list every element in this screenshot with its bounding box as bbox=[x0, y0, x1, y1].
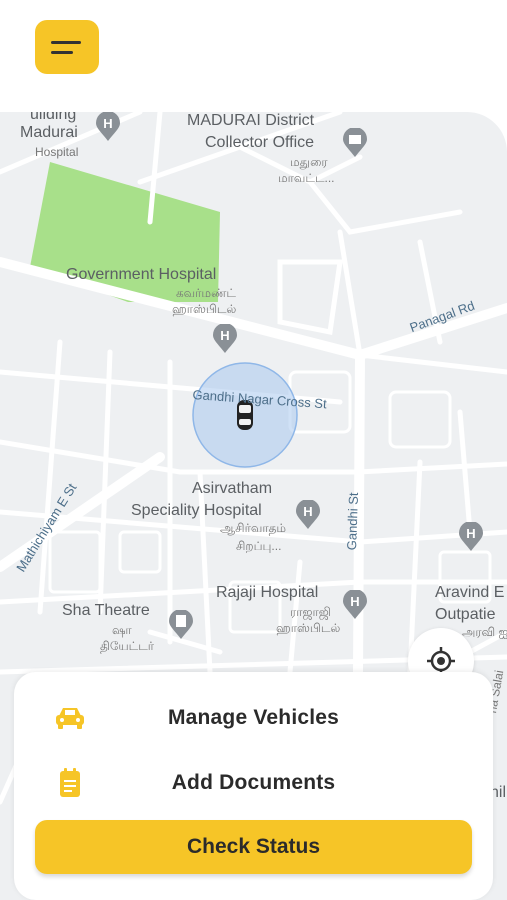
document-icon bbox=[54, 768, 86, 798]
hospital-pin-icon: H bbox=[96, 112, 120, 141]
svg-text:H: H bbox=[350, 594, 359, 609]
map-label: Aravind E bbox=[435, 584, 505, 601]
hospital-pin-icon: H bbox=[296, 500, 320, 529]
road-label: Gandhi St bbox=[344, 492, 362, 551]
map-label: ஷா bbox=[112, 623, 132, 637]
menu-button[interactable] bbox=[35, 20, 99, 74]
map-label: Madurai bbox=[20, 124, 78, 141]
map-label: Hospital bbox=[35, 145, 79, 159]
check-status-button[interactable]: Check Status bbox=[35, 820, 472, 874]
map-label: கவர்மண்ட் bbox=[176, 286, 236, 300]
hospital-pin-icon: H bbox=[343, 590, 367, 619]
add-documents-item[interactable]: Add Documents bbox=[14, 756, 493, 810]
bottom-sheet: Manage Vehicles Add Documents Check Stat… bbox=[14, 672, 493, 900]
map-label: Outpatie bbox=[435, 606, 496, 623]
map-label: Government Hospital bbox=[66, 266, 217, 283]
map-label: ஹாஸ்பிடல் bbox=[276, 621, 341, 635]
svg-text:H: H bbox=[220, 328, 229, 343]
map-label: ஆசிர்வாதம் bbox=[220, 521, 287, 535]
manage-vehicles-item[interactable]: Manage Vehicles bbox=[14, 691, 493, 745]
map-label: அரவி ஐ bbox=[462, 625, 507, 639]
government-pin-icon bbox=[343, 128, 367, 157]
map-label: சிறப்பு... bbox=[236, 539, 282, 553]
menu-icon bbox=[51, 40, 81, 44]
svg-text:H: H bbox=[303, 504, 312, 519]
map-label: ஹாஸ்பிடல் bbox=[172, 302, 237, 316]
map-label: Sha Theatre bbox=[62, 602, 150, 619]
hospital-pin-icon: H bbox=[213, 324, 237, 353]
svg-text:H: H bbox=[103, 116, 112, 131]
map-label: தியேட்டர் bbox=[100, 639, 155, 653]
map-label: MADURAI District bbox=[187, 112, 315, 129]
svg-text:H: H bbox=[466, 526, 475, 541]
map-label: Rajaji Hospital bbox=[216, 584, 319, 601]
map-label: மதுரை bbox=[290, 155, 328, 169]
map-label: uilding bbox=[30, 112, 77, 123]
map-label: Asirvatham bbox=[192, 480, 273, 497]
theatre-pin-icon bbox=[169, 610, 193, 639]
map-label: ராஜாஜி bbox=[290, 605, 331, 619]
map-label: மாவட்ட... bbox=[278, 171, 335, 185]
car-icon bbox=[54, 703, 86, 733]
map-label: Speciality Hospital bbox=[131, 502, 262, 519]
map-label: Collector Office bbox=[205, 134, 315, 151]
hospital-pin-icon: H bbox=[459, 522, 483, 551]
